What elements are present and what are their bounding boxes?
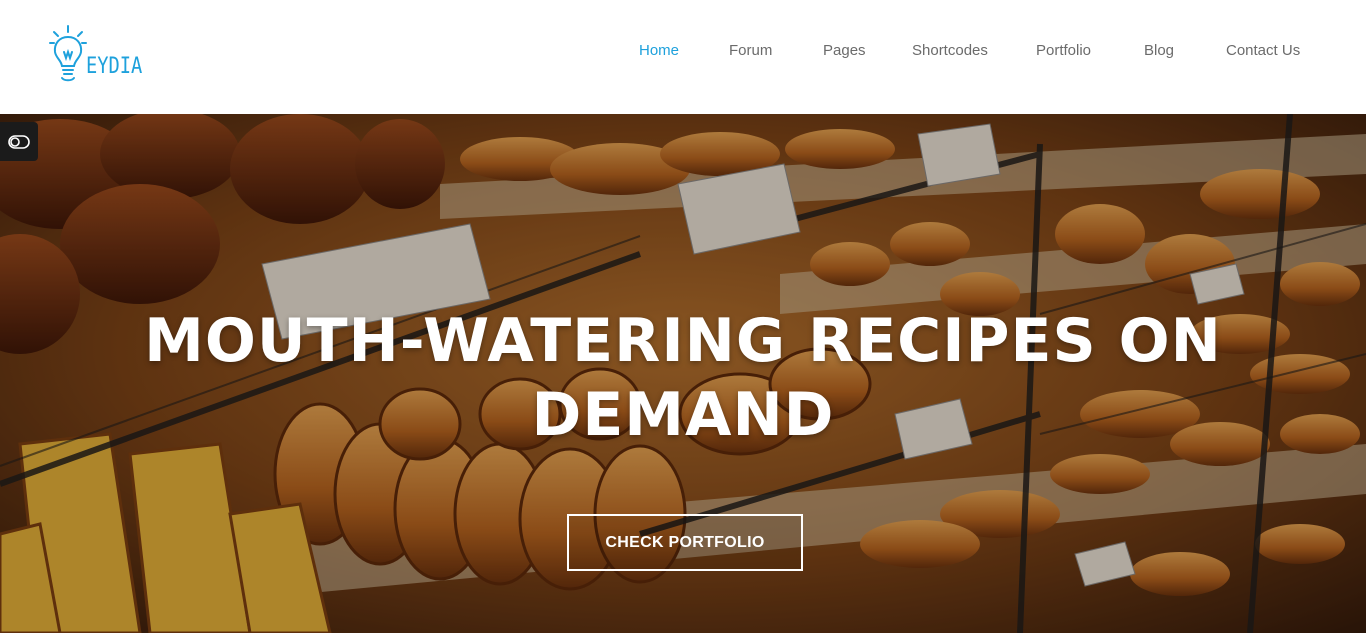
toggle-switch-icon xyxy=(8,134,30,149)
hero-banner: MOUTH-WATERING RECIPES ON DEMAND CHECK P… xyxy=(0,114,1366,633)
nav-item-shortcodes[interactable]: Shortcodes xyxy=(912,42,988,59)
nav-item-forum[interactable]: Forum xyxy=(729,42,772,59)
hero-title: MOUTH-WATERING RECIPES ON DEMAND xyxy=(0,304,1366,452)
nav-item-home[interactable]: Home xyxy=(639,42,679,59)
nav-item-pages[interactable]: Pages xyxy=(823,42,866,59)
nav-item-blog[interactable]: Blog xyxy=(1144,42,1174,59)
site-header: EYDIA Home Forum Pages Shortcodes Portfo… xyxy=(0,0,1366,114)
hero-title-line-1: MOUTH-WATERING RECIPES ON xyxy=(144,306,1222,376)
nav-item-portfolio[interactable]: Portfolio xyxy=(1036,42,1091,59)
style-switcher-toggle[interactable] xyxy=(0,122,38,161)
check-portfolio-button[interactable]: CHECK PORTFOLIO xyxy=(567,514,803,571)
hero-title-line-2: DEMAND xyxy=(531,380,835,450)
main-nav: Home Forum Pages Shortcodes Portfolio Bl… xyxy=(0,42,1366,66)
nav-item-contact-us[interactable]: Contact Us xyxy=(1226,42,1300,59)
